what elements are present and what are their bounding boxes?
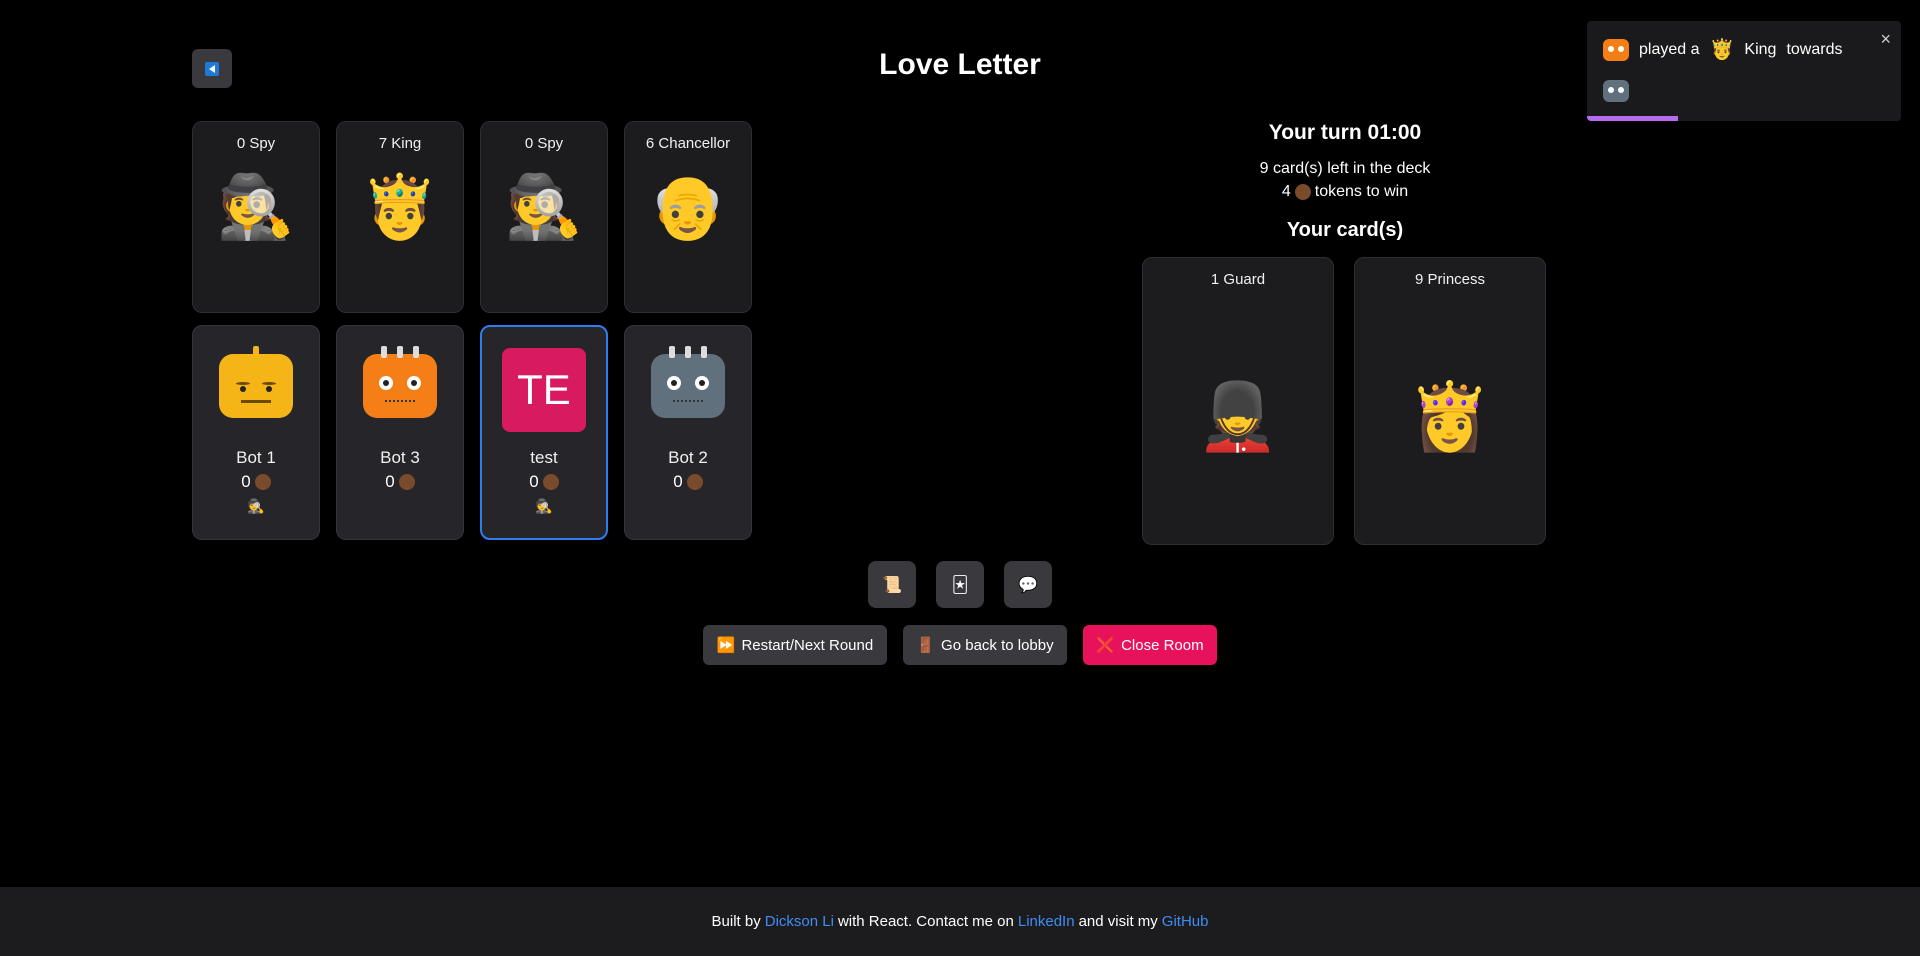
token-icon bbox=[1294, 184, 1311, 200]
footer-mid: with React. Contact me on bbox=[837, 913, 1014, 930]
player-bot-2[interactable]: Bot 2 0 bbox=[624, 325, 752, 540]
card-label: 0 Spy bbox=[524, 135, 564, 152]
played-card: 6 Chancellor 👴 bbox=[624, 121, 752, 313]
player-bot-1[interactable]: Bot 1 0 🕵️ bbox=[192, 325, 320, 540]
chat-button[interactable]: 💬 bbox=[1004, 561, 1052, 608]
tokens-count: 4 bbox=[1281, 183, 1291, 200]
player-name: Bot 2 bbox=[668, 448, 708, 467]
toast-message: played a 🤴 King towards bbox=[1603, 37, 1842, 62]
restart-label: Restart/Next Round bbox=[741, 636, 874, 654]
guard-icon: 💂 bbox=[1196, 379, 1280, 453]
tokens-to-win: 4 tokens to win bbox=[1040, 183, 1650, 201]
card-label: 0 Spy bbox=[236, 135, 276, 152]
spy-icon: 🕵️ bbox=[505, 173, 583, 242]
hand-card-guard[interactable]: 1 Guard 💂 bbox=[1142, 257, 1334, 545]
toast-card: King bbox=[1744, 40, 1777, 58]
player-name: Bot 3 bbox=[380, 448, 420, 467]
tokens-label: tokens to win bbox=[1314, 183, 1409, 200]
token-icon bbox=[398, 474, 415, 490]
played-card: 0 Spy 🕵️ bbox=[480, 121, 608, 313]
toast-progress-bar bbox=[1587, 116, 1679, 121]
king-icon: 🤴 bbox=[361, 173, 439, 242]
bot-2-icon bbox=[1603, 80, 1629, 102]
deck-count: 9 card(s) left in the deck bbox=[1259, 160, 1431, 177]
chancellor-icon: 👴 bbox=[649, 173, 727, 242]
played-card: 0 Spy 🕵️ bbox=[192, 121, 320, 313]
protection-spy-icon: 🕵️ bbox=[535, 498, 553, 514]
footer-visit: and visit my bbox=[1078, 913, 1158, 930]
score-value: 0 bbox=[673, 472, 683, 491]
bot-avatar-icon bbox=[214, 344, 298, 428]
lobby-label: Go back to lobby bbox=[941, 636, 1054, 654]
card-label: 7 King bbox=[378, 135, 422, 152]
player-score: 0 bbox=[385, 472, 415, 492]
toast-towards: towards bbox=[1786, 40, 1843, 58]
cross-icon: ❌ bbox=[1096, 637, 1116, 654]
card-icon: 🃏 bbox=[951, 576, 969, 594]
user-avatar: TE bbox=[502, 348, 586, 432]
bot-3-icon bbox=[1603, 38, 1629, 61]
rules-button[interactable]: 📜 bbox=[868, 561, 916, 608]
turn-timer: Your turn 01:00 bbox=[1268, 121, 1422, 144]
player-name: test bbox=[530, 448, 558, 467]
fast-forward-icon: ⏩ bbox=[716, 637, 736, 654]
king-icon: 🤴 bbox=[1709, 39, 1735, 61]
score-value: 0 bbox=[385, 472, 395, 491]
card-label: 1 Guard bbox=[1210, 271, 1266, 288]
linkedin-link[interactable]: LinkedIn bbox=[1018, 913, 1075, 930]
player-bot-3[interactable]: Bot 3 0 bbox=[336, 325, 464, 540]
token-icon bbox=[542, 474, 559, 490]
hand-card-princess[interactable]: 9 Princess 👸 bbox=[1354, 257, 1546, 545]
score-value: 0 bbox=[529, 472, 539, 491]
player-score: 0 bbox=[673, 472, 703, 492]
toast-played: played a bbox=[1639, 40, 1700, 58]
token-icon bbox=[254, 474, 271, 490]
your-cards-title: Your card(s) bbox=[1286, 219, 1404, 241]
scroll-icon: 📜 bbox=[882, 576, 902, 594]
restart-button[interactable]: ⏩ Restart/Next Round bbox=[703, 625, 887, 665]
card-label: 6 Chancellor bbox=[645, 135, 731, 152]
spy-icon: 🕵️ bbox=[217, 173, 295, 242]
close-room-button[interactable]: ❌ Close Room bbox=[1083, 625, 1217, 665]
author-link[interactable]: Dickson Li bbox=[765, 913, 834, 930]
footer: Built by Dickson Li with React. Contact … bbox=[0, 887, 1920, 956]
footer-built-by: Built by bbox=[711, 913, 761, 930]
chat-icon: 💬 bbox=[1018, 576, 1038, 594]
close-icon[interactable]: × bbox=[1880, 29, 1891, 50]
score-value: 0 bbox=[241, 472, 251, 491]
bot-avatar-icon bbox=[358, 344, 442, 428]
cards-reference-button[interactable]: 🃏 bbox=[936, 561, 984, 608]
protection-spy-icon: 🕵️ bbox=[247, 498, 265, 514]
player-score: 0 bbox=[529, 472, 559, 492]
lobby-button[interactable]: 🚪 Go back to lobby bbox=[903, 625, 1067, 665]
token-icon bbox=[686, 474, 703, 490]
door-icon: 🚪 bbox=[916, 637, 936, 654]
player-score: 0 bbox=[241, 472, 271, 492]
close-room-label: Close Room bbox=[1121, 636, 1204, 654]
card-label: 9 Princess bbox=[1414, 271, 1486, 288]
princess-icon: 👸 bbox=[1408, 379, 1492, 453]
bot-avatar-icon bbox=[646, 344, 730, 428]
github-link[interactable]: GitHub bbox=[1162, 913, 1209, 930]
played-card: 7 King 🤴 bbox=[336, 121, 464, 313]
notification-toast: played a 🤴 King towards × bbox=[1587, 21, 1901, 121]
player-name: Bot 1 bbox=[236, 448, 276, 467]
player-test[interactable]: TE test 0 🕵️ bbox=[480, 325, 608, 540]
